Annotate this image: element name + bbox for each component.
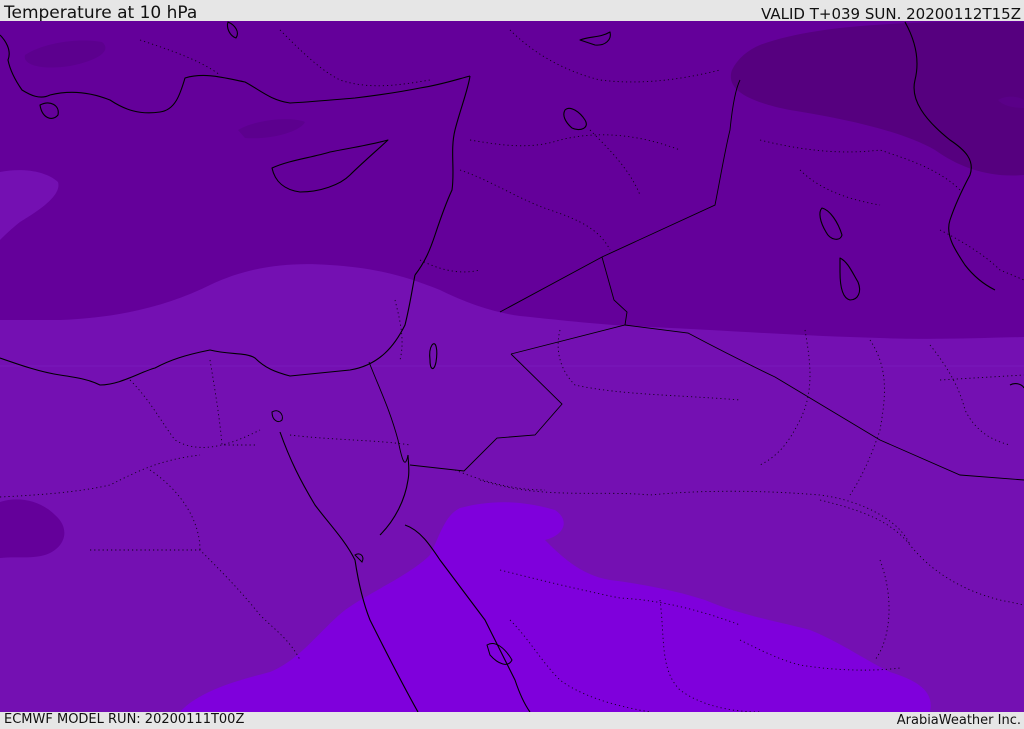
footer-bar: ECMWF MODEL RUN: 20200111T00Z ArabiaWeat… xyxy=(0,712,1024,729)
temperature-map xyxy=(0,21,1024,712)
credit: ArabiaWeather Inc. xyxy=(896,713,1021,728)
map-title: Temperature at 10 hPa xyxy=(4,3,198,23)
model-run: ECMWF MODEL RUN: 20200111T00Z xyxy=(4,712,245,727)
header-bar: Temperature at 10 hPa VALID T+039 SUN. 2… xyxy=(0,0,1024,23)
